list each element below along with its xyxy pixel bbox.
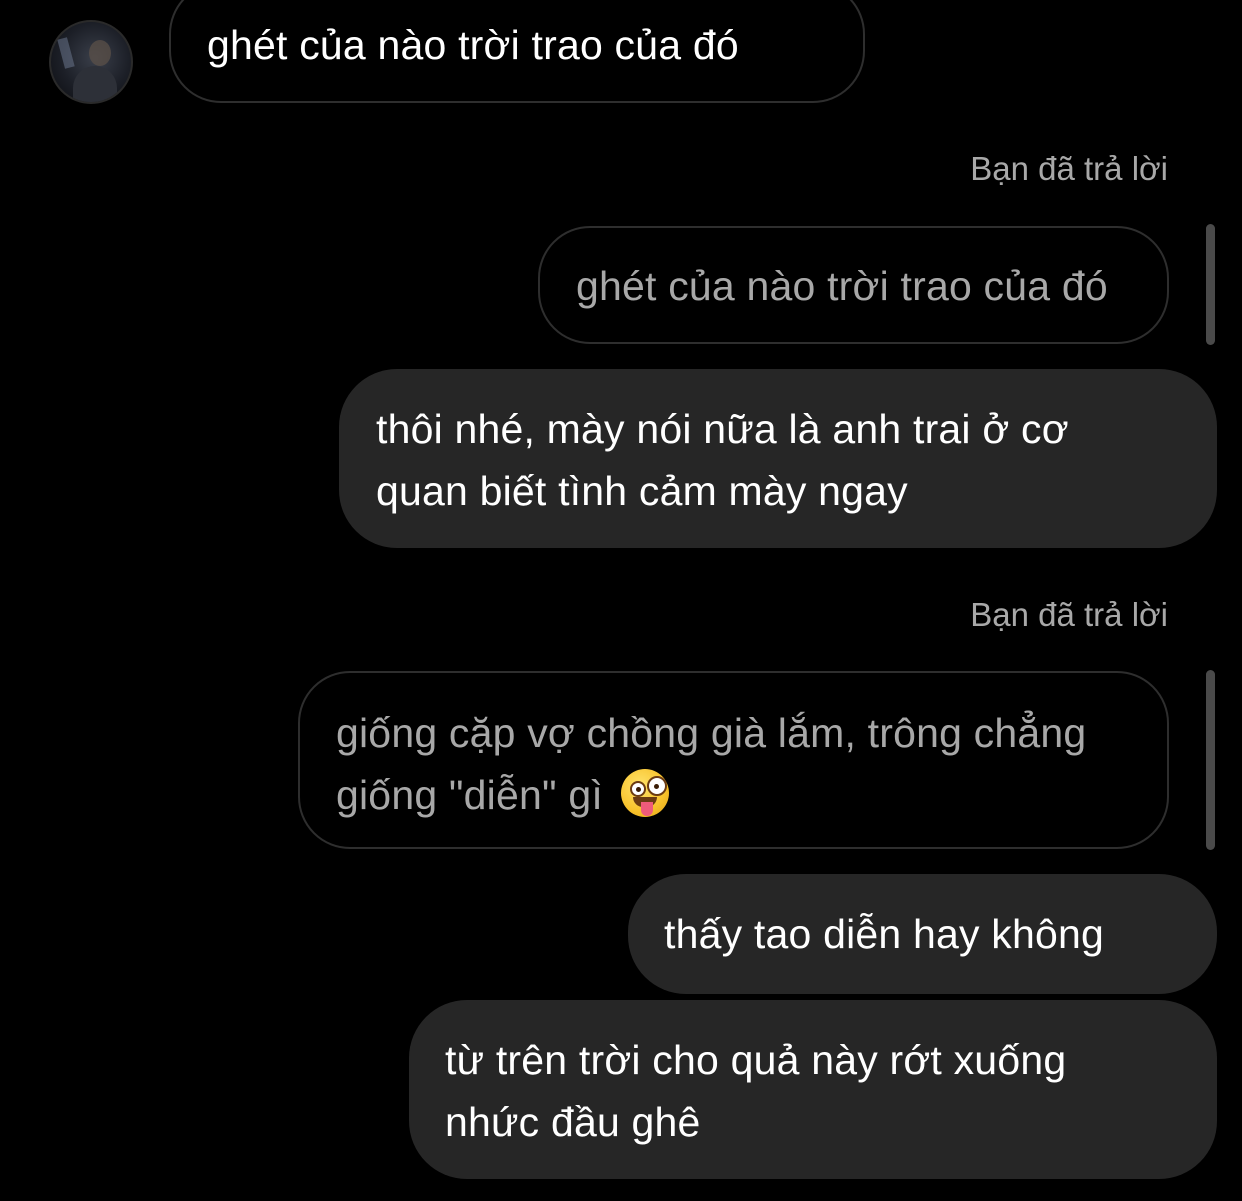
outgoing-message-text: từ trên trời cho quả này rớt xuống <box>445 1037 1067 1083</box>
outgoing-message-text: thôi nhé, mày nói nữa là anh trai ở cơ <box>376 406 1069 452</box>
zany-face-emoji-icon <box>620 769 669 817</box>
quoted-message[interactable]: ghét của nào trời trao của đó <box>538 226 1169 344</box>
reply-quote-bar <box>1206 224 1215 345</box>
outgoing-message[interactable]: thấy tao diễn hay không <box>628 874 1217 994</box>
quoted-message[interactable]: giống cặp vợ chồng già lắm, trông chẳng … <box>298 671 1169 849</box>
outgoing-message-text: nhức đầu ghê <box>445 1099 701 1145</box>
avatar-photo-detail <box>89 40 111 66</box>
chat-thread: ghét của nào trời trao của đó Bạn đã trả… <box>0 0 1242 1201</box>
incoming-message-text: ghét của nào trời trao của đó <box>207 22 739 68</box>
quoted-message-text: giống "diễn" gì <box>336 772 603 818</box>
reply-indicator-label: Bạn đã trả lời <box>970 150 1168 187</box>
reply-quote-bar <box>1206 670 1215 850</box>
avatar-photo-detail <box>57 37 75 69</box>
quoted-message-text: ghét của nào trời trao của đó <box>576 263 1108 309</box>
avatar-photo-detail <box>73 66 117 102</box>
outgoing-message[interactable]: thôi nhé, mày nói nữa là anh trai ở cơ q… <box>339 369 1217 548</box>
contact-avatar[interactable] <box>49 20 133 104</box>
outgoing-message-text: thấy tao diễn hay không <box>664 911 1104 957</box>
outgoing-message-text: quan biết tình cảm mày ngay <box>376 468 908 514</box>
incoming-message[interactable]: ghét của nào trời trao của đó <box>169 0 865 103</box>
quoted-message-text: giống cặp vợ chồng già lắm, trông chẳng <box>336 710 1087 756</box>
outgoing-message[interactable]: từ trên trời cho quả này rớt xuống nhức … <box>409 1000 1217 1179</box>
reply-indicator-label: Bạn đã trả lời <box>970 596 1168 633</box>
